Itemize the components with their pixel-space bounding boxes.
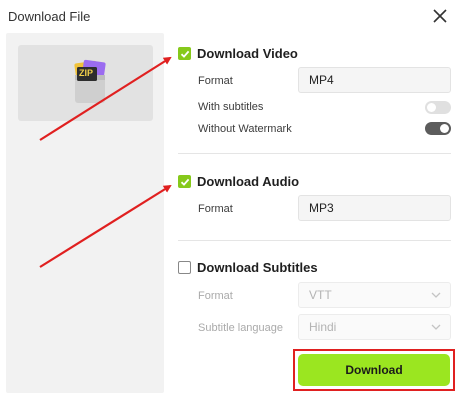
audio-format-value: MP3 — [309, 201, 334, 215]
dialog-title: Download File — [8, 9, 91, 24]
checkmark-icon — [180, 178, 189, 186]
without-watermark-toggle[interactable] — [425, 122, 451, 135]
subtitle-format-label: Format — [198, 290, 233, 302]
download-audio-label: Download Audio — [197, 174, 300, 189]
checkmark-icon — [180, 50, 189, 58]
download-video-checkbox-row[interactable]: Download Video — [178, 46, 298, 61]
chevron-down-icon — [431, 324, 441, 330]
divider — [178, 240, 451, 241]
download-subtitles-checkbox-row[interactable]: Download Subtitles — [178, 260, 318, 275]
divider — [178, 153, 451, 154]
download-subtitles-label: Download Subtitles — [197, 260, 318, 275]
download-video-label: Download Video — [197, 46, 298, 61]
preview-panel: ZIP — [6, 33, 164, 393]
download-subtitles-checkbox[interactable] — [178, 261, 191, 274]
download-audio-checkbox-row[interactable]: Download Audio — [178, 174, 299, 189]
download-video-checkbox[interactable] — [178, 47, 191, 60]
video-format-select[interactable]: MP4 — [298, 67, 451, 93]
close-icon[interactable] — [431, 7, 449, 25]
subtitle-format-value: VTT — [309, 288, 332, 302]
video-format-label: Format — [198, 75, 233, 87]
audio-format-select[interactable]: MP3 — [298, 195, 451, 221]
subtitle-language-label: Subtitle language — [198, 322, 284, 334]
chevron-down-icon — [431, 292, 441, 298]
audio-format-label: Format — [198, 203, 233, 215]
with-subtitles-toggle[interactable] — [425, 101, 451, 114]
without-watermark-label: Without Watermark — [198, 123, 292, 135]
zip-file-icon — [74, 59, 106, 103]
with-subtitles-label: With subtitles — [198, 101, 264, 113]
file-thumbnail: ZIP — [18, 45, 153, 121]
subtitle-language-select[interactable]: Hindi — [298, 314, 451, 340]
download-button[interactable]: Download — [298, 354, 450, 386]
subtitle-language-value: Hindi — [309, 320, 337, 334]
video-format-value: MP4 — [309, 73, 334, 87]
download-audio-checkbox[interactable] — [178, 175, 191, 188]
subtitle-format-select[interactable]: VTT — [298, 282, 451, 308]
download-file-dialog: Download File ZIP Download Video Format … — [0, 0, 458, 400]
zip-badge: ZIP — [79, 68, 94, 78]
